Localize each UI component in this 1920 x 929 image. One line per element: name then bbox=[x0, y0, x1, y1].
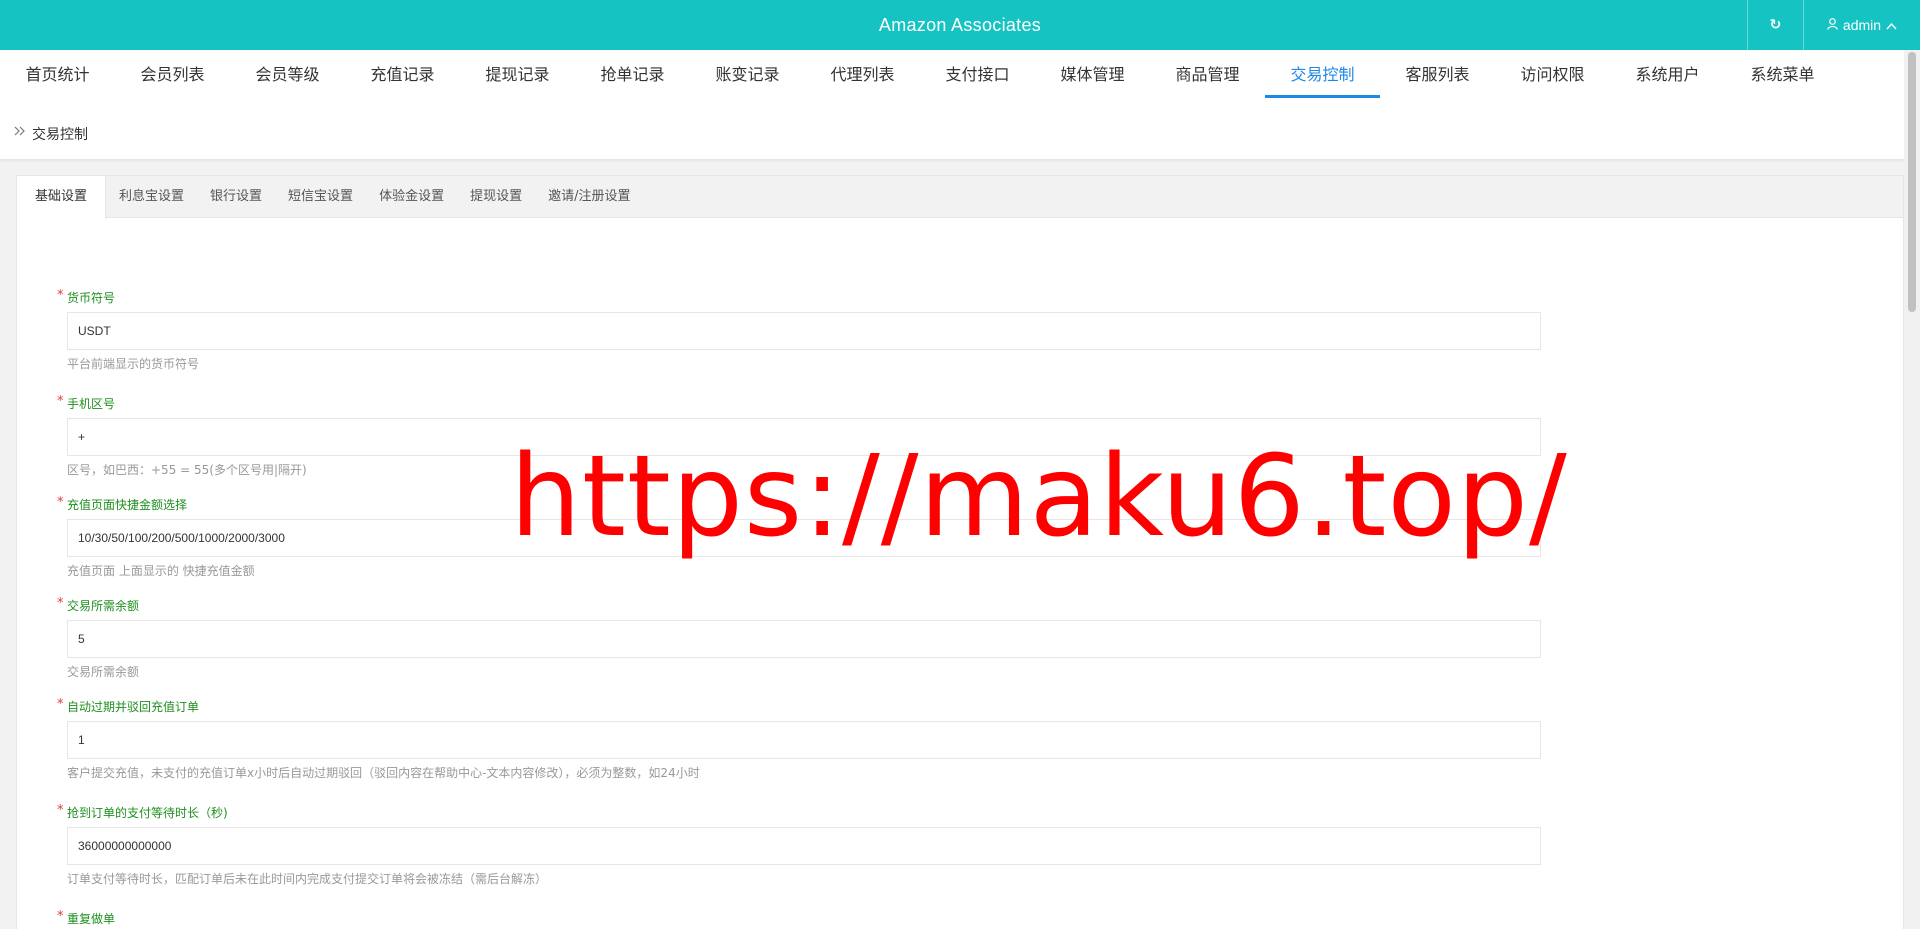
refresh-icon: ↻ bbox=[1769, 17, 1782, 33]
breadcrumb: 交易控制 bbox=[0, 100, 1904, 160]
required-mark: * bbox=[57, 394, 64, 409]
user-icon bbox=[1827, 17, 1838, 33]
tab-trial-fund-settings[interactable]: 体验金设置 bbox=[366, 176, 457, 218]
nav-item-agents[interactable]: 代理列表 bbox=[805, 50, 920, 100]
field-label: 手机区号 bbox=[67, 397, 116, 411]
form-field-repeat-orders: * 重复做单 bbox=[57, 909, 1557, 927]
payment-wait-time-input[interactable]: 36000000000000 bbox=[67, 827, 1541, 865]
form-field-recharge-expiry: * 自动过期并驳回充值订单 1 客户提交充值，未支付的充值订单x小时后自动过期驳回… bbox=[57, 697, 1557, 781]
field-help: 区号，如巴西：+55 = 55(多个区号用|隔开) bbox=[67, 463, 307, 477]
top-header: Amazon Associates ↻ admin bbox=[0, 0, 1920, 50]
quick-amounts-input[interactable]: 10/30/50/100/200/500/1000/2000/3000 bbox=[67, 519, 1541, 557]
field-help: 交易所需余额 bbox=[67, 665, 140, 679]
required-mark: * bbox=[57, 909, 64, 924]
field-label: 抢到订单的支付等待时长（秒) bbox=[67, 806, 228, 820]
settings-panel: 基础设置 利息宝设置 银行设置 短信宝设置 体验金设置 提现设置 邀请/注册设置… bbox=[16, 175, 1904, 929]
nav-item-account-changes[interactable]: 账变记录 bbox=[690, 50, 805, 100]
form-field-currency-symbol: * 货币符号 USDT 平台前端显示的货币符号 bbox=[57, 288, 1557, 372]
scrollbar-thumb[interactable] bbox=[1908, 52, 1916, 312]
nav-item-customer-service[interactable]: 客服列表 bbox=[1380, 50, 1495, 100]
nav-item-members[interactable]: 会员列表 bbox=[115, 50, 230, 100]
field-help: 订单支付等待时长，匹配订单后未在此时间内完成支付提交订单将会被冻结（需后台解冻） bbox=[67, 872, 548, 886]
required-mark: * bbox=[57, 288, 64, 303]
settings-tabs: 基础设置 利息宝设置 银行设置 短信宝设置 体验金设置 提现设置 邀请/注册设置 bbox=[17, 176, 1903, 219]
tab-withdraw-settings[interactable]: 提现设置 bbox=[457, 176, 535, 218]
nav-item-payment-api[interactable]: 支付接口 bbox=[920, 50, 1035, 100]
field-label: 货币符号 bbox=[67, 291, 116, 305]
field-help: 充值页面 上面显示的 快捷充值金额 bbox=[67, 564, 255, 578]
tab-basic-settings[interactable]: 基础设置 bbox=[17, 176, 107, 219]
form-field-phone-area-code: * 手机区号 + 区号，如巴西：+55 = 55(多个区号用|隔开) bbox=[57, 394, 1557, 478]
user-name: admin bbox=[1842, 17, 1882, 33]
nav-item-products[interactable]: 商品管理 bbox=[1150, 50, 1265, 100]
nav-item-media[interactable]: 媒体管理 bbox=[1035, 50, 1150, 100]
nav-item-withdraw-records[interactable]: 提现记录 bbox=[460, 50, 575, 100]
form-field-payment-wait-time: * 抢到订单的支付等待时长（秒) 36000000000000 订单支付等待时长，… bbox=[57, 803, 1557, 887]
field-label: 重复做单 bbox=[67, 912, 116, 926]
main-nav: 首页统计 会员列表 会员等级 充值记录 提现记录 抢单记录 账变记录 代理列表 … bbox=[0, 50, 1904, 100]
required-mark: * bbox=[57, 495, 64, 510]
tab-bank-settings[interactable]: 银行设置 bbox=[197, 176, 275, 218]
breadcrumb-current: 交易控制 bbox=[32, 127, 88, 143]
form-field-quick-amounts: * 充值页面快捷金额选择 10/30/50/100/200/500/1000/20… bbox=[57, 495, 1557, 579]
field-label: 交易所需余额 bbox=[67, 599, 140, 613]
field-label: 自动过期并驳回充值订单 bbox=[67, 700, 200, 714]
tab-invite-register-settings[interactable]: 邀请/注册设置 bbox=[535, 176, 643, 218]
form-field-trade-min-balance: * 交易所需余额 5 交易所需余额 bbox=[57, 596, 1557, 680]
field-help: 客户提交充值，未支付的充值订单x小时后自动过期驳回（驳回内容在帮助中心-文本内容… bbox=[67, 766, 700, 780]
required-mark: * bbox=[57, 803, 64, 818]
nav-item-member-levels[interactable]: 会员等级 bbox=[230, 50, 345, 100]
double-chevron-right-icon bbox=[14, 125, 26, 139]
nav-item-home-stats[interactable]: 首页统计 bbox=[0, 50, 115, 100]
field-help: 平台前端显示的货币符号 bbox=[67, 357, 200, 371]
refresh-button[interactable]: ↻ bbox=[1747, 0, 1803, 50]
currency-symbol-input[interactable]: USDT bbox=[67, 312, 1541, 350]
nav-item-recharge-records[interactable]: 充值记录 bbox=[345, 50, 460, 100]
tab-sms-settings[interactable]: 短信宝设置 bbox=[275, 176, 366, 218]
recharge-expiry-input[interactable]: 1 bbox=[67, 721, 1541, 759]
field-label: 充值页面快捷金额选择 bbox=[67, 498, 188, 512]
nav-item-grab-orders[interactable]: 抢单记录 bbox=[575, 50, 690, 100]
nav-item-access-rights[interactable]: 访问权限 bbox=[1495, 50, 1610, 100]
user-menu[interactable]: admin bbox=[1803, 0, 1920, 50]
nav-item-trade-control[interactable]: 交易控制 bbox=[1265, 50, 1380, 100]
chevron-up-icon bbox=[1886, 17, 1897, 33]
phone-area-code-input[interactable]: + bbox=[67, 418, 1541, 456]
nav-item-system-menu[interactable]: 系统菜单 bbox=[1725, 50, 1840, 100]
tab-interest-settings[interactable]: 利息宝设置 bbox=[106, 176, 197, 218]
page-scrollbar[interactable] bbox=[1904, 50, 1920, 929]
required-mark: * bbox=[57, 697, 64, 712]
trade-min-balance-input[interactable]: 5 bbox=[67, 620, 1541, 658]
nav-item-system-users[interactable]: 系统用户 bbox=[1610, 50, 1725, 100]
required-mark: * bbox=[57, 596, 64, 611]
app-title: Amazon Associates bbox=[878, 15, 1042, 35]
